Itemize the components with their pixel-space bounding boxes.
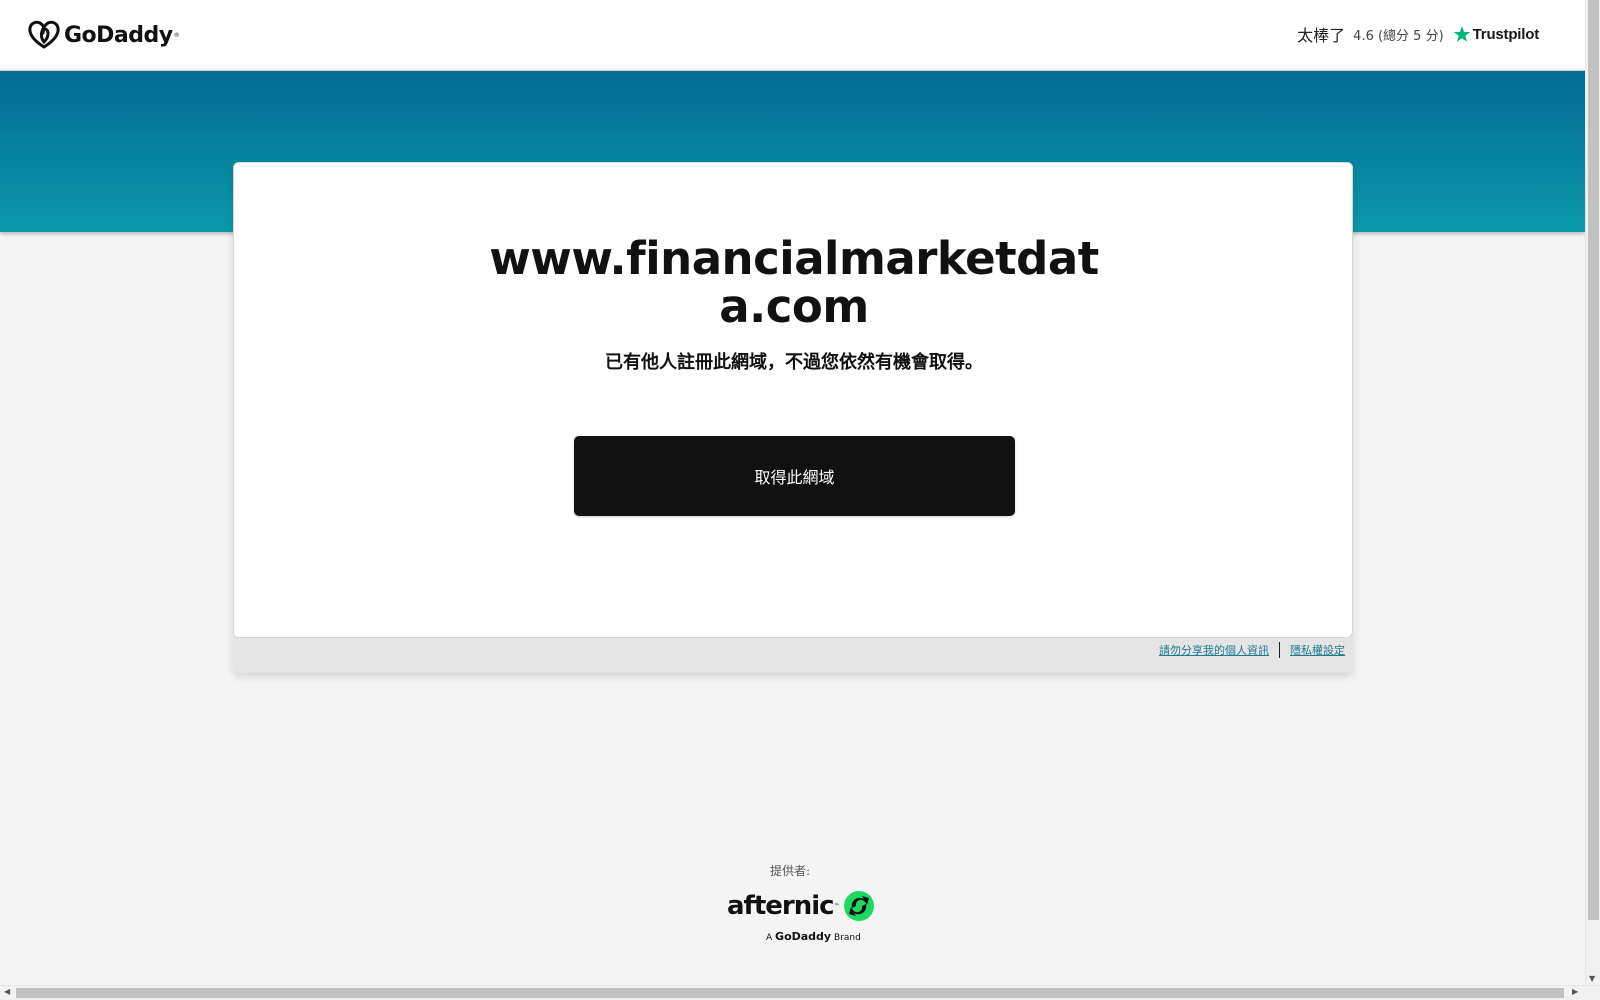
scroll-down-arrow-icon[interactable]: ▼ xyxy=(1589,974,1595,983)
page: GoDaddy ® 太棒了 4.6 (總分 5 分) Trustpilot ww… xyxy=(0,0,1585,985)
trustpilot-rating[interactable]: 太棒了 4.6 (總分 5 分) Trustpilot xyxy=(1297,22,1539,46)
vertical-scroll-thumb[interactable] xyxy=(1588,0,1599,920)
domain-status-message: 已有他人註冊此網域，不過您依然有機會取得。 xyxy=(605,352,983,373)
afternic-logo[interactable]: afternic ™ xyxy=(727,890,875,922)
logo-trademark: ® xyxy=(173,31,180,39)
tagline-suffix: Brand xyxy=(833,933,861,943)
logo-text: GoDaddy xyxy=(64,22,173,48)
link-divider xyxy=(1279,642,1280,658)
domain-card: www.financialmarketdata.com 已有他人註冊此網域，不過… xyxy=(233,162,1353,638)
horizontal-scrollbar[interactable]: ◀ ▶ xyxy=(0,985,1600,1000)
afternic-wordmark: afternic xyxy=(727,891,835,921)
star-icon xyxy=(1453,26,1470,42)
afternic-trademark: ™ xyxy=(833,902,840,910)
afternic-arrows-icon xyxy=(843,891,874,921)
rating-word: 太棒了 xyxy=(1297,26,1346,45)
vertical-scrollbar[interactable]: ▼ xyxy=(1585,0,1600,985)
scroll-left-arrow-icon[interactable]: ◀ xyxy=(4,987,10,996)
get-domain-button[interactable]: 取得此網域 xyxy=(574,436,1015,516)
tagline-prefix: A xyxy=(766,933,773,943)
godaddy-brand-tagline: A GoDaddy Brand xyxy=(766,930,861,943)
trustpilot-label: Trustpilot xyxy=(1472,25,1540,43)
rating-score: 4.6 (總分 5 分) xyxy=(1353,28,1444,44)
provider-label: 提供者: xyxy=(769,864,811,878)
provider-section: 提供者: xyxy=(700,862,880,879)
horizontal-scroll-thumb[interactable] xyxy=(16,988,1564,998)
domain-title: www.financialmarketdata.com xyxy=(489,232,1099,333)
godaddy-logo[interactable]: GoDaddy ® xyxy=(27,20,180,50)
do-not-share-link[interactable]: 請勿分享我的個人資訊 xyxy=(1159,642,1269,658)
header: GoDaddy ® 太棒了 4.6 (總分 5 分) Trustpilot xyxy=(0,0,1585,71)
scroll-right-arrow-icon[interactable]: ▶ xyxy=(1572,987,1578,996)
godaddy-heart-icon xyxy=(28,20,60,49)
privacy-settings-link[interactable]: 隱私權設定 xyxy=(1290,642,1345,658)
tagline-brand: GoDaddy xyxy=(775,930,832,943)
privacy-links: 請勿分享我的個人資訊 隱私權設定 xyxy=(1159,642,1345,658)
domain-card-container: www.financialmarketdata.com 已有他人註冊此網域，不過… xyxy=(233,162,1353,673)
